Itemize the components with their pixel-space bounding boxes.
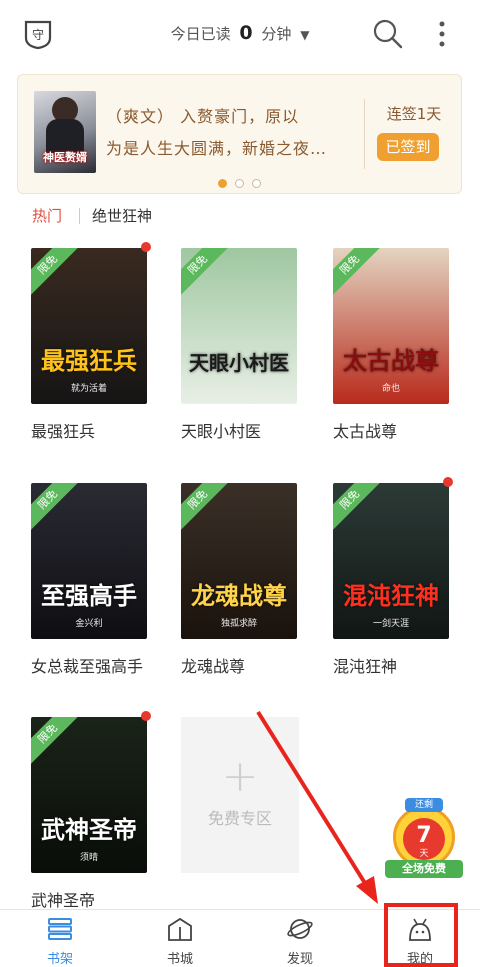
free-ribbon: 限免 [31, 717, 80, 766]
checkin-button[interactable]: 已签到 [377, 133, 439, 161]
book-title[interactable]: 最强狂兵 [31, 420, 149, 444]
update-dot [141, 242, 151, 252]
promo-days-unit: 天 [419, 849, 429, 859]
cover-title: 混沌狂神 [343, 582, 439, 610]
book-title[interactable]: 太古战尊 [333, 420, 451, 444]
free-zone-button[interactable]: + 免费专区 [181, 717, 299, 873]
nav-label: 发现 [286, 952, 313, 967]
read-minutes: 0 [239, 22, 253, 44]
banner-divider [364, 99, 365, 169]
banner-description[interactable]: （爽文） 入赘豪门，原以 为是人生大圆满，新婚之夜… [106, 101, 361, 165]
pagination-dot[interactable] [218, 179, 227, 188]
banner-book-cover[interactable]: 神医赘婿 [34, 91, 96, 173]
free-ribbon: 限免 [31, 248, 80, 297]
search-icon[interactable] [372, 18, 404, 50]
banner-cover-title: 神医赘婿 [43, 151, 87, 164]
hot-separator [79, 208, 80, 224]
free-ribbon: 限免 [333, 483, 382, 532]
more-menu-icon[interactable] [432, 18, 452, 50]
cover-title: 至强高手 [41, 582, 137, 610]
book-item[interactable]: 限免 太古战尊 命也 太古战尊 [333, 248, 451, 444]
planet-icon [287, 919, 313, 939]
book-cover[interactable]: 限免武神圣帝须晴 [31, 717, 147, 873]
book-item[interactable]: 限免 混沌狂神 一剑天涯 混沌狂神 [333, 477, 453, 679]
nav-label: 书架 [46, 952, 73, 967]
cover-title: 龙魂战尊 [191, 582, 287, 610]
book-cover[interactable]: 限免太古战尊命也 [333, 248, 449, 404]
banner-text-line1: （爽文） 入赘豪门，原以 [106, 107, 300, 126]
cover-title: 最强狂兵 [41, 347, 137, 375]
nav-bookshelf[interactable]: 书架 [0, 916, 120, 967]
annotation-highlight-box [384, 903, 458, 967]
cover-author: 命也 [381, 384, 400, 394]
free-zone-label: 免费专区 [207, 809, 272, 828]
free-promo-badge[interactable]: 7 天 还剩 全场免费 [381, 794, 467, 890]
free-ribbon: 限免 [181, 483, 230, 532]
free-ribbon: 限免 [31, 483, 80, 532]
book-title[interactable]: 龙魂战尊 [181, 655, 299, 679]
book-title[interactable]: 天眼小村医 [181, 420, 299, 444]
read-prefix: 今日已读 [170, 25, 231, 43]
book-item[interactable]: 限免至强高手金兴利女总裁至强高手 [31, 483, 149, 679]
banner-text-line2: 为是人生大圆满，新婚之夜… [106, 139, 328, 158]
book-title[interactable]: 女总裁至强高手 [31, 655, 149, 679]
banner-pagination [18, 173, 461, 192]
nav-label: 书城 [166, 952, 193, 967]
nav-bookstore[interactable]: 书城 [120, 916, 240, 967]
bookshelf-icon [48, 918, 72, 940]
bookstore-icon [168, 917, 192, 941]
update-dot [443, 477, 453, 487]
book-item[interactable]: 限免 天眼小村医 天眼小村医 [181, 248, 299, 444]
book-cover[interactable]: 限免天眼小村医 [181, 248, 297, 404]
plus-icon: + [221, 751, 259, 802]
read-unit: 分钟 [261, 25, 292, 43]
cover-title: 武神圣帝 [41, 816, 137, 844]
pagination-dot[interactable] [252, 179, 261, 188]
promo-bottom-label: 全场免费 [385, 860, 463, 878]
recommend-banner[interactable]: 神医赘婿 （爽文） 入赘豪门，原以 为是人生大圆满，新婚之夜… 连签1天 已签到 [17, 74, 462, 194]
cover-title: 天眼小村医 [189, 351, 289, 375]
cover-author: 须晴 [79, 853, 98, 863]
book-title[interactable]: 混沌狂神 [333, 655, 451, 679]
book-item[interactable]: 限免 最强狂兵 就为活着 最强狂兵 [31, 242, 151, 444]
book-item[interactable]: 限免 龙魂战尊 独孤求醉 龙魂战尊 [181, 483, 299, 679]
pagination-dot[interactable] [235, 179, 244, 188]
cover-author: 就为活着 [70, 384, 107, 394]
cover-title: 太古战尊 [343, 347, 439, 375]
checkin-streak: 连签1天 [386, 105, 442, 123]
free-ribbon: 限免 [181, 248, 230, 297]
cover-author: 独孤求醉 [220, 619, 257, 629]
nav-discover[interactable]: 发现 [240, 916, 360, 967]
dropdown-caret-icon: ▼ [300, 28, 310, 42]
cover-author: 金兴利 [75, 619, 103, 629]
book-item[interactable]: 限免武神圣帝须晴 武神圣帝 [31, 711, 151, 913]
hot-label: 热门 [32, 207, 63, 225]
top-bar: 守 今日已读 0 分钟 ▼ [0, 0, 480, 68]
book-cover[interactable]: 限免混沌狂神一剑天涯 [333, 483, 449, 639]
book-cover[interactable]: 限免龙魂战尊独孤求醉 [181, 483, 297, 639]
book-cover[interactable]: 限免最强狂兵就为活着 [31, 248, 147, 404]
cover-author: 一剑天涯 [372, 619, 409, 629]
promo-remaining-label: 还剩 [405, 798, 443, 812]
free-ribbon: 限免 [333, 248, 382, 297]
hot-featured-book[interactable]: 绝世狂神 [92, 205, 152, 226]
update-dot [141, 711, 151, 721]
book-cover[interactable]: 限免至强高手金兴利 [31, 483, 147, 639]
today-read-time[interactable]: 今日已读 0 分钟 ▼ [0, 22, 480, 44]
